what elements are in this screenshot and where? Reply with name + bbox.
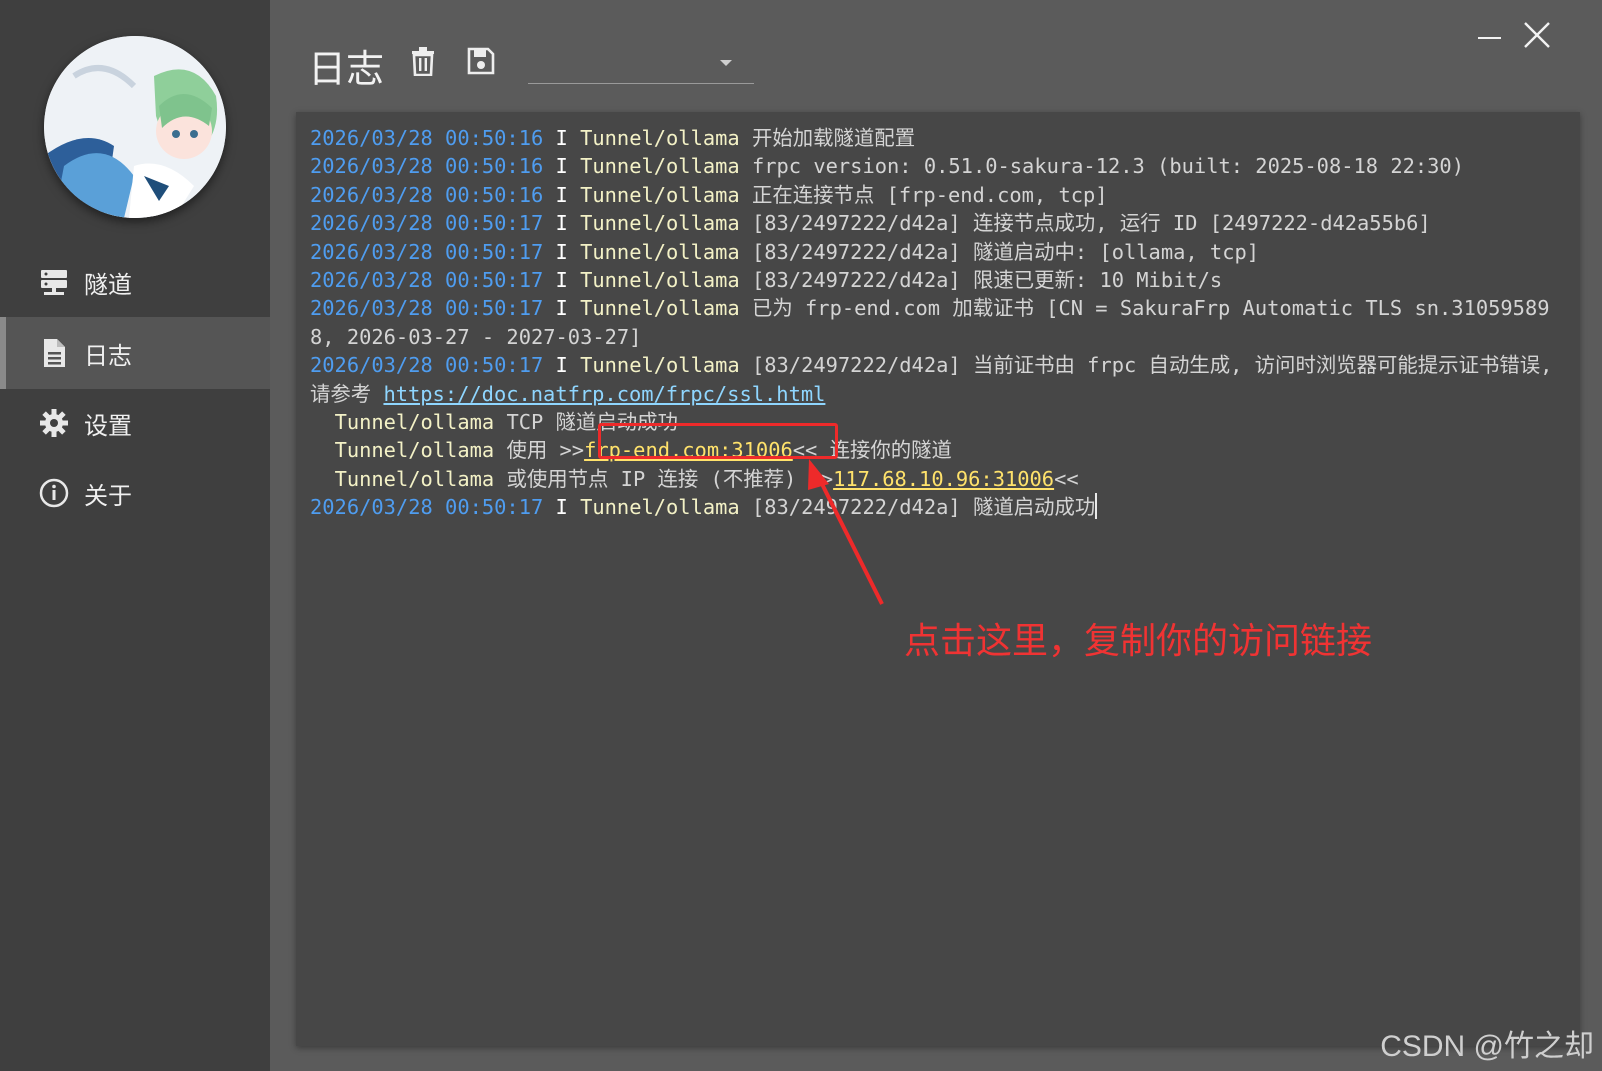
sidebar-item-label: 关于	[84, 481, 132, 510]
server-icon	[38, 266, 70, 298]
info-icon	[38, 477, 70, 509]
main-area: 日志 2026/03/28 00:50:16 I Tunnel/ollama 开…	[270, 0, 1602, 1071]
avatar	[44, 36, 226, 218]
document-icon	[38, 337, 70, 369]
clear-log-button[interactable]	[406, 44, 440, 78]
sidebar-item-label: 隧道	[84, 270, 132, 299]
minimize-button[interactable]	[1472, 18, 1506, 52]
page-title: 日志	[308, 47, 385, 91]
anime-avatar-image	[44, 36, 226, 218]
close-button[interactable]	[1520, 18, 1554, 52]
save-log-button[interactable]	[464, 44, 498, 78]
watermark: CSDN @竹之却	[1380, 1030, 1594, 1063]
close-icon	[1524, 22, 1550, 48]
floppy-disk-icon	[467, 47, 495, 75]
annotation-text: 点击这里，复制你的访问链接	[904, 621, 1373, 662]
chevron-down-icon	[720, 60, 732, 66]
trash-icon	[412, 47, 434, 76]
sidebar-item-about[interactable]: 关于	[0, 457, 270, 529]
gear-icon	[38, 407, 70, 439]
sidebar-item-label: 设置	[84, 411, 132, 440]
minimize-icon	[1478, 37, 1501, 39]
log-panel[interactable]: 2026/03/28 00:50:16 I Tunnel/ollama 开始加载…	[296, 112, 1580, 1046]
sidebar-item-settings[interactable]: 设置	[0, 387, 270, 459]
sidebar-item-label: 日志	[84, 341, 132, 370]
sidebar-item-tunnels[interactable]: 隧道	[0, 246, 270, 318]
sidebar-item-logs[interactable]: 日志	[0, 317, 270, 389]
sidebar: 隧道 日志 设置 关于	[0, 0, 270, 1071]
log-filter-select[interactable]	[528, 46, 754, 84]
annotation-arrow	[808, 459, 884, 605]
